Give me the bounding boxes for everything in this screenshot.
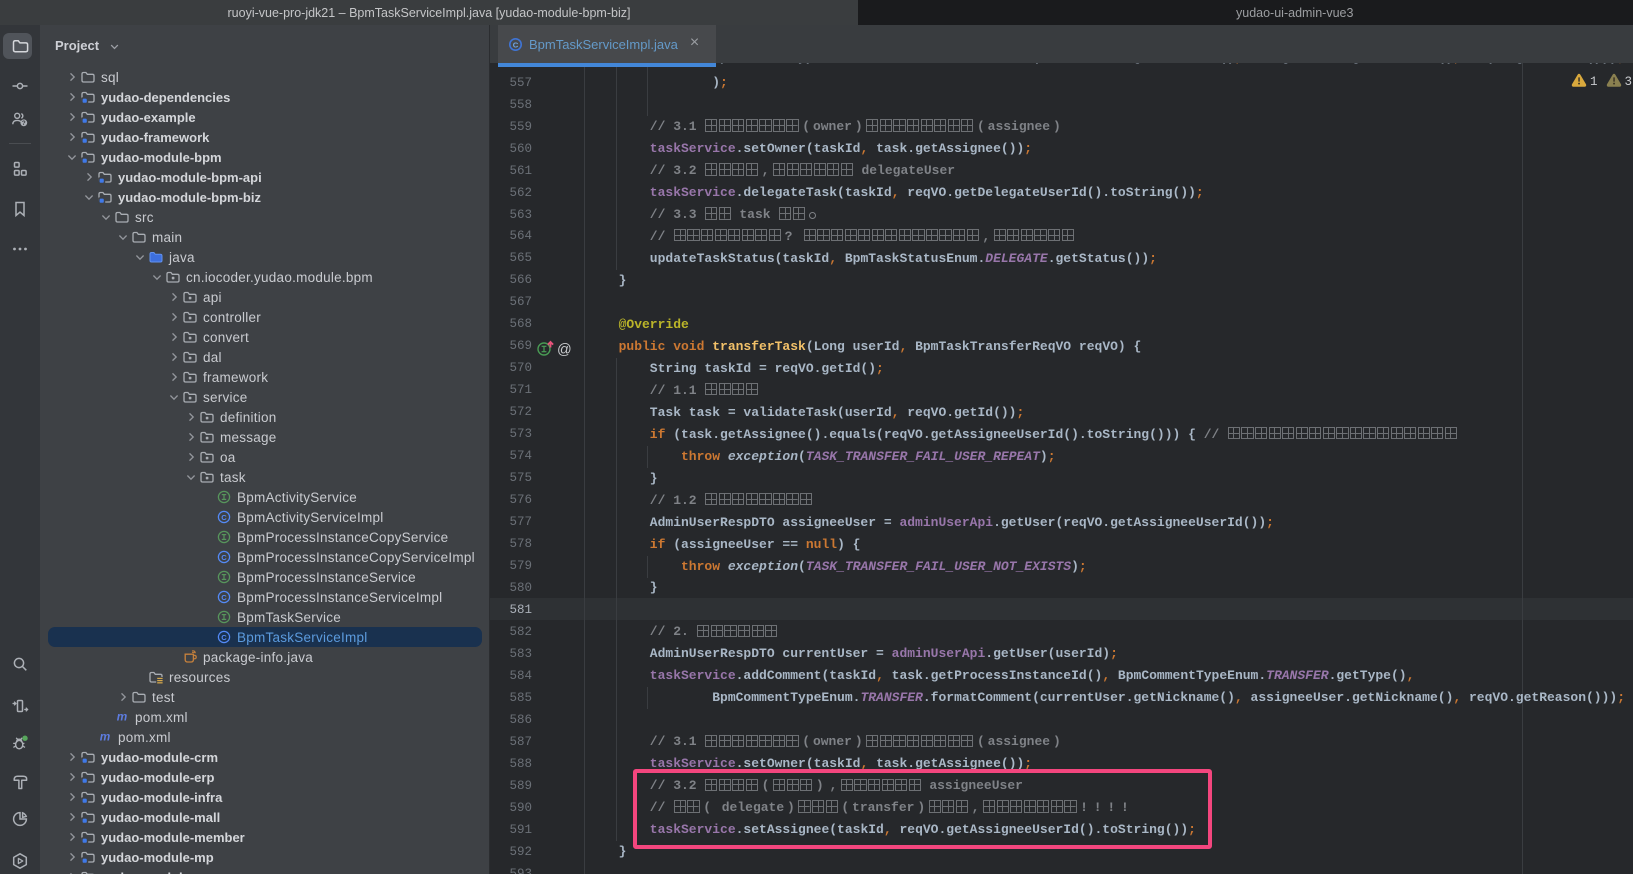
svg-text:C: C	[221, 633, 227, 642]
svg-text:C: C	[221, 553, 227, 562]
svg-text:m: m	[117, 710, 128, 724]
svg-text:?: ?	[22, 120, 26, 127]
svg-text:C: C	[221, 593, 227, 602]
svg-text:C: C	[513, 40, 519, 49]
svg-text:m: m	[100, 730, 111, 744]
svg-text:C: C	[221, 513, 227, 522]
